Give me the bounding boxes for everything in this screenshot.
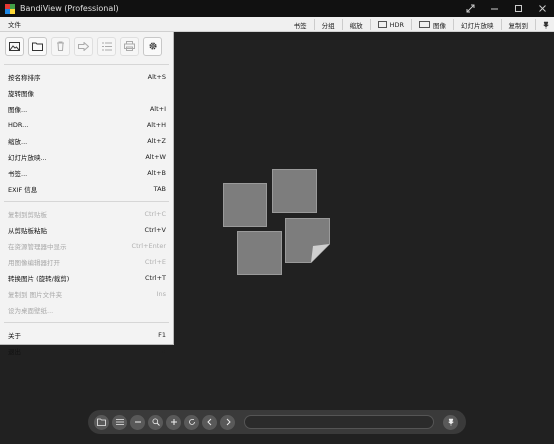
list-icon[interactable] (112, 414, 127, 430)
menu-item-show-in-explorer[interactable]: 在资源管理器中显示 Ctrl+Enter (0, 238, 173, 254)
menu-item-zoom[interactable]: 缩放... Alt+Z (0, 133, 173, 149)
title-bar: BandiView (Professional) (0, 0, 554, 17)
pin-icon[interactable] (535, 19, 550, 30)
open-image-icon[interactable] (5, 36, 24, 56)
properties-icon[interactable] (97, 36, 116, 56)
placeholder-tile-folded (285, 218, 330, 263)
menu-item-about[interactable]: 关于 F1 (0, 327, 173, 343)
menu-zoom[interactable]: 缩放 (341, 19, 370, 30)
menu-item-copy-to-clipboard[interactable]: 复制到剪贴板 Ctrl+C (0, 206, 173, 222)
menu-bar-right: 书签 分组 缩放 HDR 图像 幻灯片放映 复制到 (287, 17, 550, 32)
menu-item-sort-by-name[interactable]: 按名称排序 Alt+S (0, 69, 173, 85)
menu-item-exif[interactable]: EXIF 信息 TAB (0, 181, 173, 197)
placeholder-tile (237, 231, 282, 275)
file-menu-dropdown: 按名称排序 Alt+S 旋转图像 图像... Alt+I HDR... Alt+H 缩… (0, 32, 174, 356)
menu-slideshow[interactable]: 幻灯片放映 (453, 19, 501, 30)
menu-copy-to[interactable]: 复制到 (500, 19, 536, 30)
prev-icon[interactable] (202, 414, 217, 430)
menu-item-copy-to-folder[interactable]: 复制到 图片文件夹 Ins (0, 286, 173, 302)
move-icon[interactable] (74, 36, 93, 56)
menu-item-rotate-image[interactable]: 旋转图像 (0, 85, 173, 101)
open-folder-icon[interactable] (94, 414, 109, 430)
menu-separator (4, 64, 169, 65)
minus-icon[interactable] (130, 414, 145, 430)
menu-item-slideshow[interactable]: 幻灯片放映... Alt+W (0, 149, 173, 165)
menu-separator (4, 322, 169, 323)
app-logo-icon (5, 3, 15, 14)
menu-hdr[interactable]: HDR (369, 19, 411, 30)
zoom-icon[interactable] (148, 414, 163, 430)
print-icon[interactable] (120, 36, 139, 56)
menu-item-transform-image[interactable]: 转换图片 (旋转/裁剪) Ctrl+T (0, 270, 173, 286)
open-folder-icon[interactable] (28, 36, 47, 56)
menu-item-set-wallpaper[interactable]: 设为桌面壁纸... (0, 302, 173, 318)
menu-group-view: 按名称排序 Alt+S 旋转图像 图像... Alt+I HDR... Alt+H 缩… (0, 69, 173, 197)
menu-group-app: 关于 F1 退出 X (0, 327, 173, 359)
next-icon[interactable] (220, 414, 235, 430)
menu-group[interactable]: 分组 (313, 19, 342, 30)
menu-item-bookmarks[interactable]: 书签... Alt+B (0, 165, 173, 181)
menu-bookmarks[interactable]: 书签 (287, 19, 314, 30)
menu-item-image[interactable]: 图像... Alt+I (0, 101, 173, 117)
menu-item-hdr[interactable]: HDR... Alt+H (0, 117, 173, 133)
menu-image[interactable]: 图像 (411, 19, 453, 30)
file-path-field[interactable] (244, 415, 434, 429)
menu-separator (4, 201, 169, 202)
menu-item-open-with-editor[interactable]: 用图像编辑器打开 Ctrl+E (0, 254, 173, 270)
menu-group-clipboard: 复制到剪贴板 Ctrl+C 从剪贴板粘贴 Ctrl+V 在资源管理器中显示 Ctrl+… (0, 206, 173, 318)
rotate-icon[interactable] (184, 414, 199, 430)
maximize-button[interactable] (506, 0, 530, 17)
window-controls (458, 0, 554, 17)
window-title: BandiView (Professional) (20, 4, 119, 13)
settings-gear-icon[interactable] (143, 36, 162, 56)
file-menu-toolbar (0, 32, 173, 60)
close-button[interactable] (530, 0, 554, 17)
toolbar-pin-icon[interactable] (443, 414, 458, 430)
placeholder-tile (272, 169, 317, 213)
placeholder-tile (223, 183, 267, 227)
menu-file[interactable]: 文件 (8, 19, 21, 29)
menu-item-exit[interactable]: 退出 X (0, 343, 173, 359)
delete-icon[interactable] (51, 36, 70, 56)
image-icon (419, 21, 430, 28)
menu-bar: 文件 书签 分组 缩放 HDR 图像 幻灯片放映 复制到 (0, 17, 554, 32)
plus-icon[interactable] (166, 414, 181, 430)
menu-item-paste-from-clipboard[interactable]: 从剪贴板粘贴 Ctrl+V (0, 222, 173, 238)
hdr-icon (377, 21, 387, 28)
fullscreen-icon[interactable] (458, 0, 482, 17)
minimize-button[interactable] (482, 0, 506, 17)
bottom-toolbar (88, 410, 466, 434)
